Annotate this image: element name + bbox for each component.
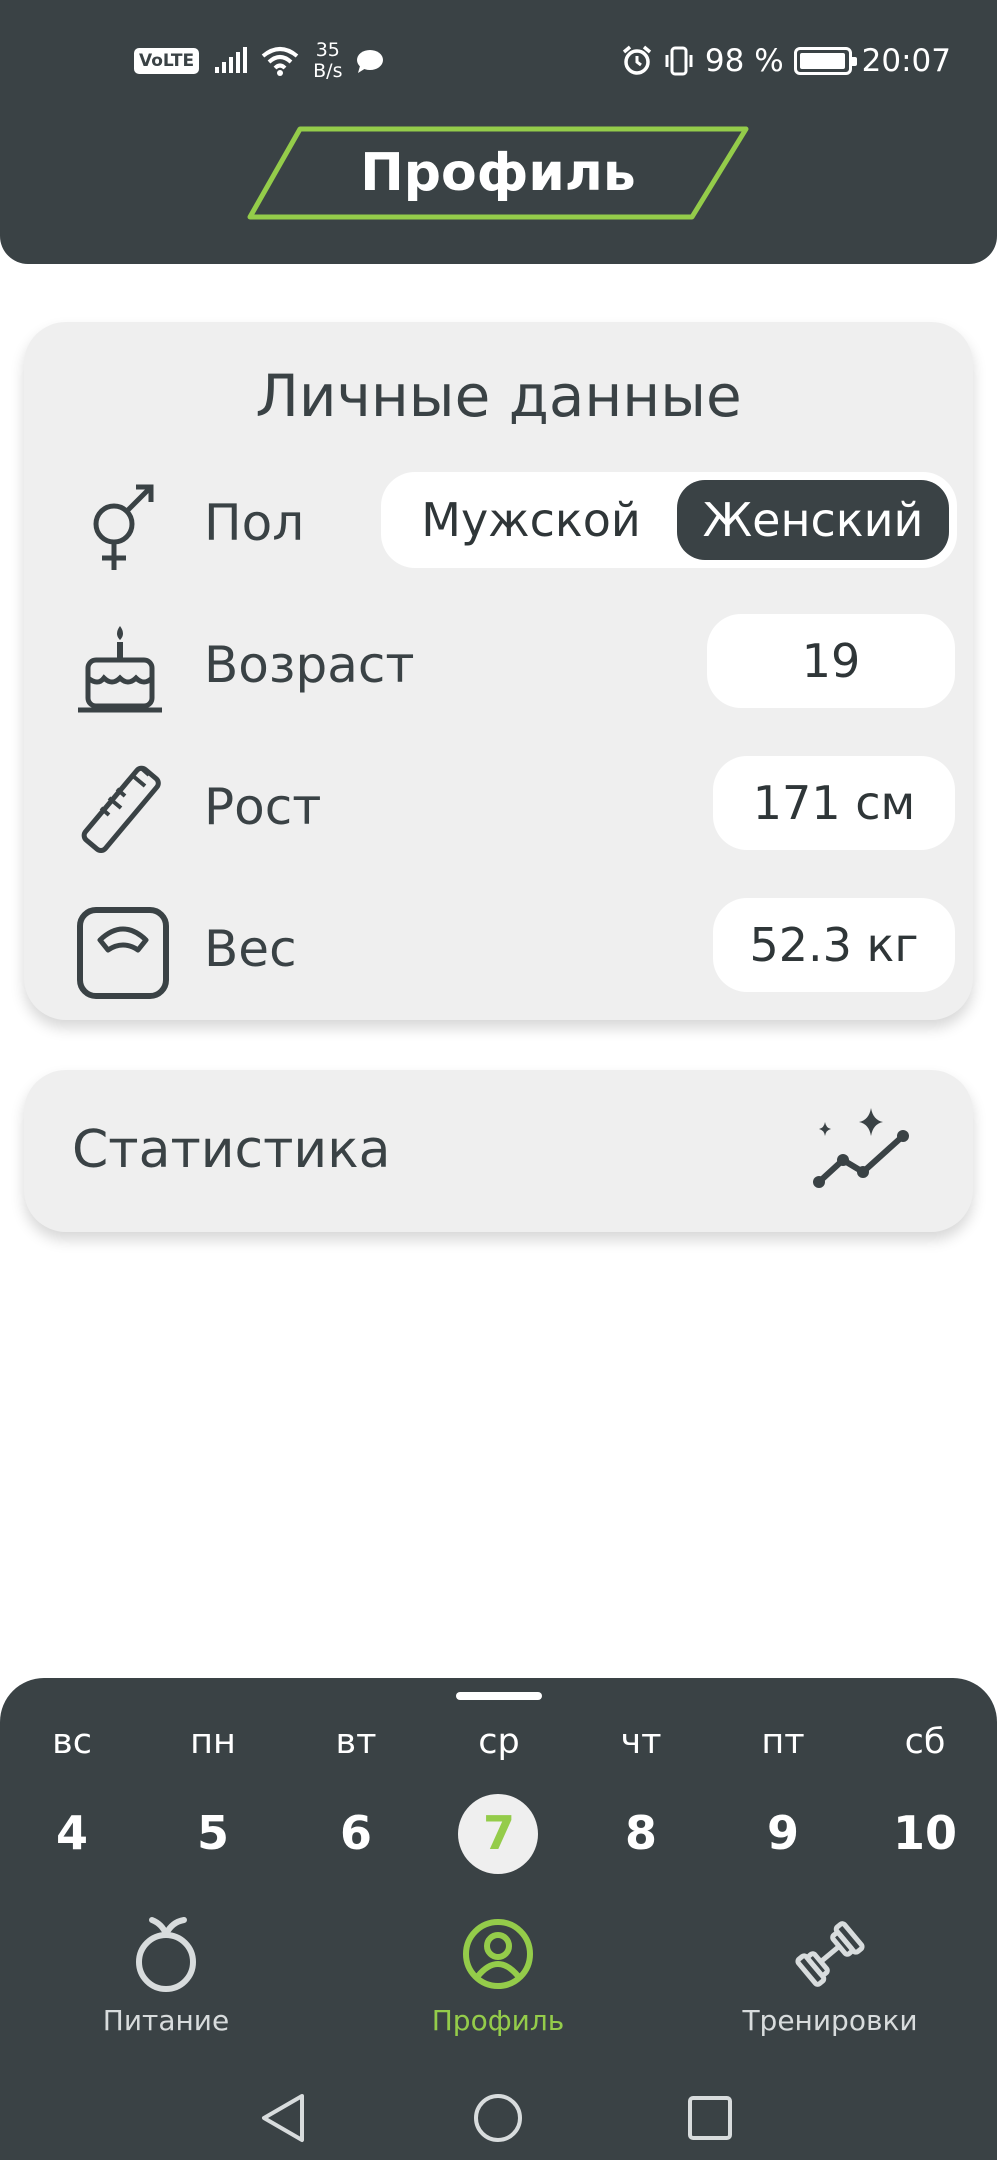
message-icon bbox=[357, 50, 384, 73]
battery-percent: 98 % bbox=[704, 43, 784, 79]
day-name: вт bbox=[335, 1722, 377, 1762]
battery-icon bbox=[793, 47, 857, 75]
nav-label: Питание bbox=[102, 2004, 230, 2037]
network-speed: 35 B/s bbox=[313, 39, 343, 82]
bottom-panel: вс 4 пн 5 вт 6 ср 7 чт 8 пт 9 сб 10 Питание Профиль Т… bbox=[0, 1678, 997, 2160]
day-number[interactable]: 8 bbox=[591, 1806, 691, 1860]
day-name: пт bbox=[761, 1722, 805, 1762]
profile-icon bbox=[463, 1919, 533, 1989]
system-recents-icon[interactable] bbox=[680, 2088, 740, 2148]
cake-icon bbox=[78, 626, 162, 713]
day-name: сб bbox=[904, 1722, 946, 1762]
system-home-icon[interactable] bbox=[468, 2088, 528, 2148]
card-title: Личные данные bbox=[255, 362, 742, 430]
nav-item-nutrition[interactable]: Питание bbox=[66, 1914, 266, 2038]
height-field[interactable]: 171 см bbox=[713, 756, 955, 850]
nav-item-profile[interactable]: Профиль bbox=[398, 1914, 598, 2038]
age-field[interactable]: 19 bbox=[707, 614, 955, 708]
system-back-icon[interactable] bbox=[254, 2088, 314, 2148]
gender-icon bbox=[93, 484, 154, 570]
status-bar: VoLTE 35 B/s 98 % 20:07 bbox=[0, 36, 997, 86]
clock: 20:07 bbox=[861, 43, 951, 79]
day-number[interactable]: 10 bbox=[875, 1806, 975, 1860]
drag-handle[interactable] bbox=[456, 1692, 542, 1700]
day-number[interactable]: 5 bbox=[163, 1806, 263, 1860]
day-name: ср bbox=[478, 1722, 520, 1762]
wifi-icon bbox=[261, 47, 299, 76]
height-label: Рост bbox=[204, 778, 322, 836]
day-number[interactable]: 6 bbox=[306, 1806, 406, 1860]
stats-sparkle-icon bbox=[813, 1108, 909, 1188]
nav-label: Тренировки bbox=[742, 2004, 918, 2037]
day-number[interactable]: 4 bbox=[22, 1806, 122, 1860]
statistics-card[interactable]: Статистика bbox=[24, 1070, 973, 1232]
alarm-icon bbox=[622, 45, 652, 75]
gender-option-male[interactable]: Мужской bbox=[389, 480, 673, 560]
nav-item-workouts[interactable]: Тренировки bbox=[730, 1914, 930, 2038]
weight-field[interactable]: 52.3 кг bbox=[713, 898, 955, 992]
personal-data-card: Личные данные Пол Мужской Женский Возрас… bbox=[24, 322, 973, 1020]
day-number[interactable]: 9 bbox=[733, 1806, 833, 1860]
signal-icon bbox=[215, 47, 248, 73]
page-title: Профиль bbox=[360, 143, 636, 203]
nav-label: Профиль bbox=[431, 2004, 565, 2037]
scale-icon bbox=[77, 907, 169, 999]
day-name: чт bbox=[620, 1722, 662, 1762]
age-label: Возраст bbox=[204, 636, 415, 694]
volte-icon: VoLTE bbox=[134, 48, 200, 74]
dumbbell-icon bbox=[795, 1921, 865, 1987]
day-name: пн bbox=[190, 1722, 236, 1762]
apple-icon bbox=[136, 1917, 196, 1992]
statistics-label: Статистика bbox=[72, 1120, 391, 1180]
weight-label: Вес bbox=[204, 920, 297, 978]
page-title-frame: Профиль bbox=[246, 126, 750, 220]
gender-toggle[interactable]: Мужской Женский bbox=[381, 472, 957, 568]
vibrate-icon bbox=[665, 46, 693, 76]
day-name: вс bbox=[52, 1722, 92, 1762]
ruler-icon bbox=[81, 765, 161, 853]
gender-option-female[interactable]: Женский bbox=[677, 480, 949, 560]
top-bar: VoLTE 35 B/s 98 % 20:07 Профиль bbox=[0, 0, 997, 264]
day-number[interactable]: 7 bbox=[449, 1806, 549, 1860]
gender-label: Пол bbox=[204, 494, 305, 552]
